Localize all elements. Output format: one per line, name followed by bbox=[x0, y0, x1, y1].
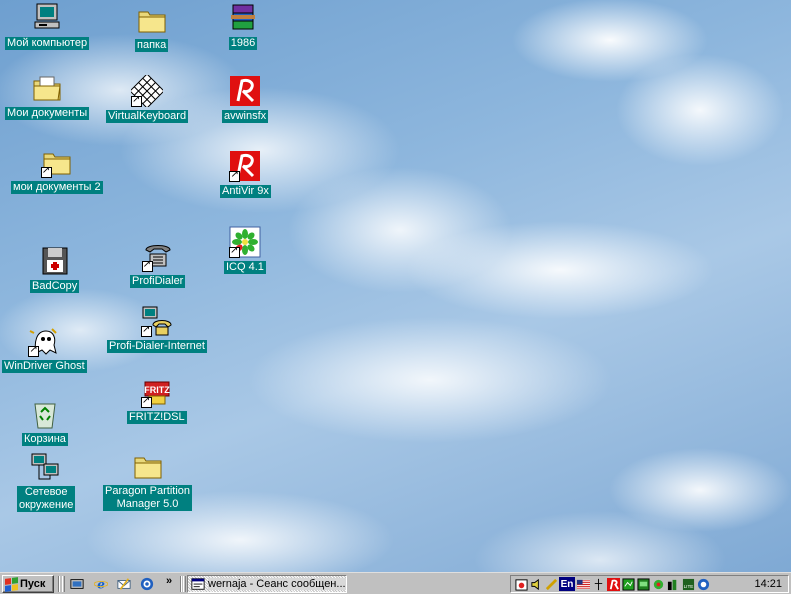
folder-icon bbox=[132, 450, 164, 482]
icon-label: Сетевое окружение bbox=[17, 486, 76, 512]
svg-text:LITE: LITE bbox=[683, 584, 693, 589]
desktop-icon-my-computer[interactable]: Мой компьютер bbox=[5, 2, 90, 50]
shortcut-arrow-icon bbox=[140, 324, 152, 337]
desktop-icon-1986[interactable]: 1986 bbox=[227, 2, 259, 50]
task-button-label: wernaja - Сеанс сообщен... bbox=[208, 578, 346, 590]
shortcut-arrow-icon bbox=[40, 165, 52, 178]
icon-label: Profi-Dialer-Internet bbox=[107, 340, 207, 353]
meter-icon[interactable] bbox=[666, 577, 680, 591]
show-desktop-icon[interactable] bbox=[68, 576, 86, 592]
taskbar-separator bbox=[180, 576, 182, 592]
desktop-icon-windriver-ghost[interactable]: WinDriver Ghost bbox=[2, 325, 87, 373]
outlook-express-icon[interactable] bbox=[115, 576, 133, 592]
quick-launch-grip[interactable] bbox=[62, 576, 65, 592]
shortcut-arrow-icon bbox=[140, 395, 152, 408]
system-tray: En LITE 14:21 bbox=[510, 575, 789, 593]
monitor-icon[interactable] bbox=[636, 577, 650, 591]
icon-label: ICQ 4.1 bbox=[224, 261, 266, 274]
language-en-icon[interactable]: En bbox=[559, 577, 575, 591]
modem-icon[interactable] bbox=[544, 577, 558, 591]
icon-label: мои документы 2 bbox=[11, 181, 103, 194]
recycle-bin-icon bbox=[29, 398, 61, 430]
folder-shortcut-icon bbox=[40, 146, 73, 178]
desktop-icon-my-documents[interactable]: Мои документы bbox=[5, 72, 90, 120]
icon-label: Корзина bbox=[22, 433, 68, 446]
desktop-icon-papka[interactable]: папка bbox=[135, 4, 169, 52]
desktop-icon-badcopy[interactable]: BadCopy bbox=[30, 245, 80, 293]
icq-icon[interactable] bbox=[651, 577, 665, 591]
folder-icon bbox=[136, 4, 168, 36]
icon-label: VirtualKeyboard bbox=[106, 110, 189, 123]
ghost-icon bbox=[28, 325, 60, 357]
svg-text:FRITZ: FRITZ bbox=[144, 385, 170, 395]
task-area-grip[interactable] bbox=[183, 576, 186, 592]
icon-label: Paragon Partition Manager 5.0 bbox=[103, 485, 192, 511]
antivir-icon bbox=[229, 75, 261, 107]
shortcut-arrow-icon bbox=[141, 259, 153, 272]
floppy-disk-icon bbox=[39, 245, 71, 277]
desktop-icon-fritz-dsl[interactable]: FRITZ FRITZ!DSL bbox=[127, 376, 187, 424]
icon-label: Мои документы bbox=[5, 107, 90, 120]
channels-icon[interactable] bbox=[138, 576, 156, 592]
message-window-icon bbox=[191, 578, 205, 590]
quick-launch-more-button[interactable]: » bbox=[166, 575, 172, 587]
shortcut-arrow-icon bbox=[228, 245, 240, 258]
desktop-icon-recycle-bin[interactable]: Корзина bbox=[22, 398, 68, 446]
desktop[interactable]: Мой компьютер Мои документы мои документ… bbox=[0, 0, 791, 572]
windows-logo-icon bbox=[5, 576, 18, 592]
antivir-icon[interactable] bbox=[606, 577, 620, 591]
desktop-icon-antivir-9x[interactable]: AntiVir 9x bbox=[220, 150, 271, 198]
telephone-computer-icon bbox=[140, 305, 173, 337]
icon-label: BadCopy bbox=[30, 280, 80, 293]
network-icon[interactable] bbox=[621, 577, 635, 591]
task-button-wernaja[interactable]: wernaja - Сеанс сообщен... bbox=[187, 575, 347, 593]
winrar-icon bbox=[227, 2, 259, 34]
icon-label: avwinsfx bbox=[222, 110, 269, 123]
desktop-icon-profidialer[interactable]: ProfiDialer bbox=[130, 240, 186, 288]
icon-label: папка bbox=[135, 39, 169, 52]
start-button[interactable]: Пуск bbox=[2, 575, 54, 593]
us-flag-icon[interactable] bbox=[576, 577, 590, 591]
shortcut-arrow-icon bbox=[229, 169, 241, 182]
antivir-shortcut-icon bbox=[229, 150, 261, 182]
icon-label: Мой компьютер bbox=[5, 37, 90, 50]
desktop-icon-icq[interactable]: ICQ 4.1 bbox=[224, 226, 266, 274]
channel-icon[interactable] bbox=[696, 577, 710, 591]
icon-label: FRITZ!DSL bbox=[127, 411, 187, 424]
desktop-icon-my-documents-2[interactable]: мои документы 2 bbox=[11, 146, 103, 194]
desktop-icon-virtualkeyboard[interactable]: VirtualKeyboard bbox=[106, 75, 189, 123]
clock[interactable]: 14:21 bbox=[754, 578, 782, 590]
telephone-icon bbox=[141, 240, 174, 272]
my-computer-icon bbox=[31, 2, 63, 34]
fritz-icon: FRITZ bbox=[140, 376, 173, 408]
desktop-icon-avwinsfx[interactable]: avwinsfx bbox=[222, 75, 269, 123]
icon-label: AntiVir 9x bbox=[220, 185, 271, 198]
network-neighborhood-icon bbox=[30, 451, 62, 483]
icon-label: WinDriver Ghost bbox=[2, 360, 87, 373]
taskbar: Пуск e » wernaja - Сеанс сообщен... En L… bbox=[0, 572, 791, 594]
start-label: Пуск bbox=[20, 578, 46, 590]
desktop-icon-network-neighborhood[interactable]: Сетевое окружение bbox=[17, 451, 76, 512]
icon-label: ProfiDialer bbox=[130, 275, 186, 288]
desktop-icon-paragon[interactable]: Paragon Partition Manager 5.0 bbox=[103, 450, 192, 511]
lite-icon[interactable]: LITE bbox=[681, 577, 695, 591]
my-documents-icon bbox=[31, 72, 63, 104]
shortcut-arrow-icon bbox=[131, 94, 143, 107]
icq-flower-icon bbox=[228, 226, 261, 258]
scheduler-icon[interactable] bbox=[514, 577, 528, 591]
taskbar-separator bbox=[58, 576, 60, 592]
internet-explorer-icon[interactable]: e bbox=[92, 576, 110, 592]
icon-label: 1986 bbox=[228, 37, 258, 50]
desktop-icon-profi-dialer-internet[interactable]: Profi-Dialer-Internet bbox=[107, 305, 207, 353]
volume-icon[interactable] bbox=[529, 577, 543, 591]
network-activity-icon[interactable] bbox=[591, 577, 605, 591]
svg-text:e: e bbox=[97, 577, 105, 591]
keyboard-icon bbox=[131, 75, 164, 107]
shortcut-arrow-icon bbox=[28, 344, 40, 357]
